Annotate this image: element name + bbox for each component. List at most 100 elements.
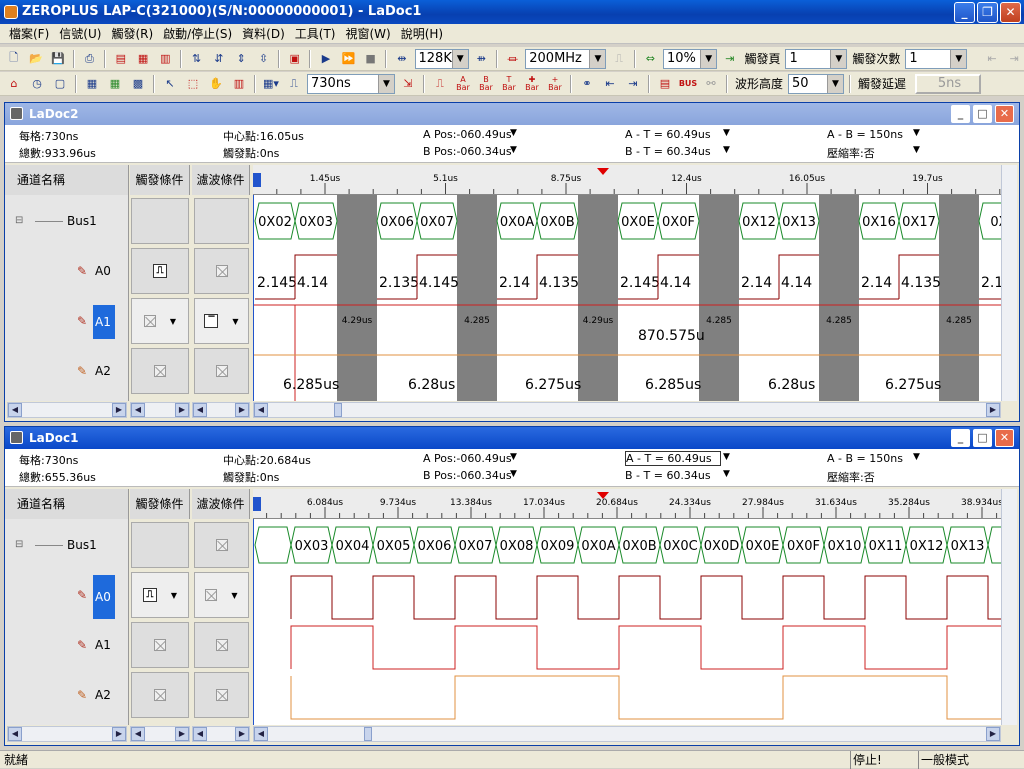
- sample-mode-icon[interactable]: ⎍: [609, 49, 628, 69]
- menu-run-stop[interactable]: 啟動/停止(S): [158, 25, 237, 42]
- channel-setup-icon[interactable]: ▤: [111, 49, 130, 69]
- run-repeat-icon[interactable]: ⏩: [339, 49, 358, 69]
- doc-maximize-button[interactable]: □: [973, 105, 992, 123]
- bar-add-icon[interactable]: + Bar: [545, 74, 565, 94]
- scroll-right-icon[interactable]: ▶: [175, 403, 189, 417]
- doc-close-button[interactable]: ✕: [995, 429, 1014, 447]
- display-mode-icon[interactable]: ▦▾: [261, 74, 281, 94]
- scroll-right-icon[interactable]: ▶: [175, 727, 189, 741]
- scroll-right-icon[interactable]: ▶: [235, 403, 249, 417]
- hscroll-waveform[interactable]: ◀ ▶: [253, 726, 1001, 742]
- grid-icon[interactable]: ▦: [82, 74, 102, 94]
- go-start-icon[interactable]: ⇤: [600, 74, 620, 94]
- col-trigger-cond[interactable]: 觸發條件: [130, 489, 190, 519]
- chevron-down-icon[interactable]: ▼: [510, 469, 517, 479]
- open-folder-icon[interactable]: 📂: [26, 49, 45, 69]
- hscroll-channel[interactable]: ◀ ▶: [7, 402, 127, 418]
- clock-icon[interactable]: ◷: [27, 74, 47, 94]
- trigger-cell-bus[interactable]: [131, 198, 189, 244]
- trigger-cell-a1[interactable]: ▼: [131, 298, 189, 344]
- col-channel-name[interactable]: 通道名稱: [5, 165, 129, 195]
- chevron-down-icon[interactable]: ▼: [913, 145, 920, 155]
- chevron-down-icon[interactable]: ▼: [723, 128, 730, 138]
- prev-page-icon[interactable]: ⇤: [982, 49, 1001, 69]
- filter-cell-a2[interactable]: [194, 672, 249, 718]
- scroll-thumb[interactable]: [334, 403, 342, 417]
- window-icon[interactable]: ▢: [50, 74, 70, 94]
- doc-maximize-button[interactable]: □: [973, 429, 992, 447]
- menu-file[interactable]: 檔案(F): [4, 25, 54, 42]
- bus-icon[interactable]: BUS: [678, 74, 698, 94]
- scroll-right-icon[interactable]: ▶: [986, 727, 1000, 741]
- hscroll-channel[interactable]: ◀ ▶: [7, 726, 127, 742]
- col-trigger-cond[interactable]: 觸發條件: [130, 165, 190, 195]
- waveform-area[interactable]: 0X03 0X04 0X05 0X06 0X07 0X08 0X09 0X0A 0X0B 0X0C…: [253, 519, 1001, 725]
- close-button[interactable]: ✕: [1000, 2, 1021, 23]
- collapse-icon[interactable]: ⊟: [15, 539, 23, 550]
- chevron-down-icon[interactable]: ▼: [171, 591, 177, 600]
- scroll-left-icon[interactable]: ◀: [131, 727, 145, 741]
- doc-minimize-button[interactable]: _: [951, 105, 970, 123]
- col-channel-name[interactable]: 通道名稱: [5, 489, 129, 519]
- chevron-down-icon[interactable]: ▼: [723, 145, 730, 155]
- zoom-box-icon[interactable]: ▥: [229, 74, 249, 94]
- next-page-icon[interactable]: ⇥: [1005, 49, 1024, 69]
- wave-height-select[interactable]: 50 ▼: [788, 73, 845, 94]
- col-filter-cond[interactable]: 濾波條件: [192, 165, 250, 195]
- chevron-down-icon[interactable]: ▼: [723, 469, 730, 479]
- menu-data[interactable]: 資料(D): [237, 25, 290, 42]
- print-icon[interactable]: ⎙: [80, 49, 99, 69]
- chevron-down-icon[interactable]: ▼: [723, 452, 730, 462]
- chevron-down-icon[interactable]: ▼: [913, 128, 920, 138]
- marker-icon[interactable]: ⇳: [254, 49, 273, 69]
- go-end-icon[interactable]: ⇥: [623, 74, 643, 94]
- channel-a0-label[interactable]: A0: [95, 264, 111, 278]
- select-icon[interactable]: ⬚: [183, 74, 203, 94]
- hscroll-filter[interactable]: ◀ ▶: [192, 402, 250, 418]
- new-file-icon[interactable]: 🗋: [4, 49, 23, 69]
- menu-tools[interactable]: 工具(T): [290, 25, 341, 42]
- trigger-cell-bus[interactable]: [131, 522, 189, 568]
- time-per-div-select[interactable]: 730ns ▼: [307, 73, 395, 94]
- calendar-icon[interactable]: ▤: [655, 74, 675, 94]
- channel-a1-label[interactable]: A1: [95, 638, 111, 652]
- binoculars-icon[interactable]: ⚭: [577, 74, 597, 94]
- scroll-left-icon[interactable]: ◀: [8, 727, 22, 741]
- color-grid-icon[interactable]: ▩: [128, 74, 148, 94]
- filter-cell-a1[interactable]: [194, 622, 249, 668]
- time-ruler[interactable]: 1.45us5.1us8.75us12.4us16.05us19.7us23.3…: [253, 165, 1001, 195]
- channel-a2-label[interactable]: A2: [95, 364, 111, 378]
- run-icon[interactable]: ▶: [316, 49, 335, 69]
- memory-depth-select[interactable]: 128K ▼: [414, 48, 469, 69]
- doc-minimize-button[interactable]: _: [951, 429, 970, 447]
- scroll-left-icon[interactable]: ◀: [193, 403, 207, 417]
- time-ruler[interactable]: 6.084us 9.734us 13.384us 17.034us 20.684us 24…: [253, 489, 1001, 519]
- hscroll-trigger[interactable]: ◀ ▶: [130, 402, 190, 418]
- cursor-b-icon[interactable]: ⇵: [209, 49, 228, 69]
- filter-cell-bus[interactable]: [194, 198, 249, 244]
- vertical-scrollbar[interactable]: [1001, 165, 1017, 401]
- scroll-right-icon[interactable]: ▶: [986, 403, 1000, 417]
- chevron-down-icon[interactable]: ▼: [170, 317, 176, 326]
- grid-green-icon[interactable]: ▦: [105, 74, 125, 94]
- trigger-cell-a2[interactable]: [131, 672, 189, 718]
- menu-help[interactable]: 說明(H): [396, 25, 448, 42]
- filter-cell-a2[interactable]: [194, 348, 249, 394]
- chevron-down-icon[interactable]: ▼: [232, 317, 238, 326]
- scroll-right-icon[interactable]: ▶: [112, 403, 126, 417]
- hand-icon[interactable]: ✋: [206, 74, 226, 94]
- cursor-a-icon[interactable]: ⇅: [187, 49, 206, 69]
- bus-name[interactable]: Bus1: [67, 538, 97, 552]
- chevron-down-icon[interactable]: ▼: [510, 145, 517, 155]
- hscroll-filter[interactable]: ◀ ▶: [192, 726, 250, 742]
- scroll-left-icon[interactable]: ◀: [254, 727, 268, 741]
- scroll-left-icon[interactable]: ◀: [131, 403, 145, 417]
- bar-a-icon[interactable]: A Bar: [453, 74, 473, 94]
- minimize-button[interactable]: _: [954, 2, 975, 23]
- filter-cell-a1[interactable]: ▔ ▼: [194, 298, 249, 344]
- trigger-setup-icon[interactable]: ▦: [133, 49, 152, 69]
- vertical-scrollbar[interactable]: [1001, 489, 1017, 725]
- trigger-count-select[interactable]: 1 ▼: [905, 48, 968, 69]
- restore-button[interactable]: ❐: [977, 2, 998, 23]
- channel-a1-label[interactable]: A1: [93, 305, 115, 339]
